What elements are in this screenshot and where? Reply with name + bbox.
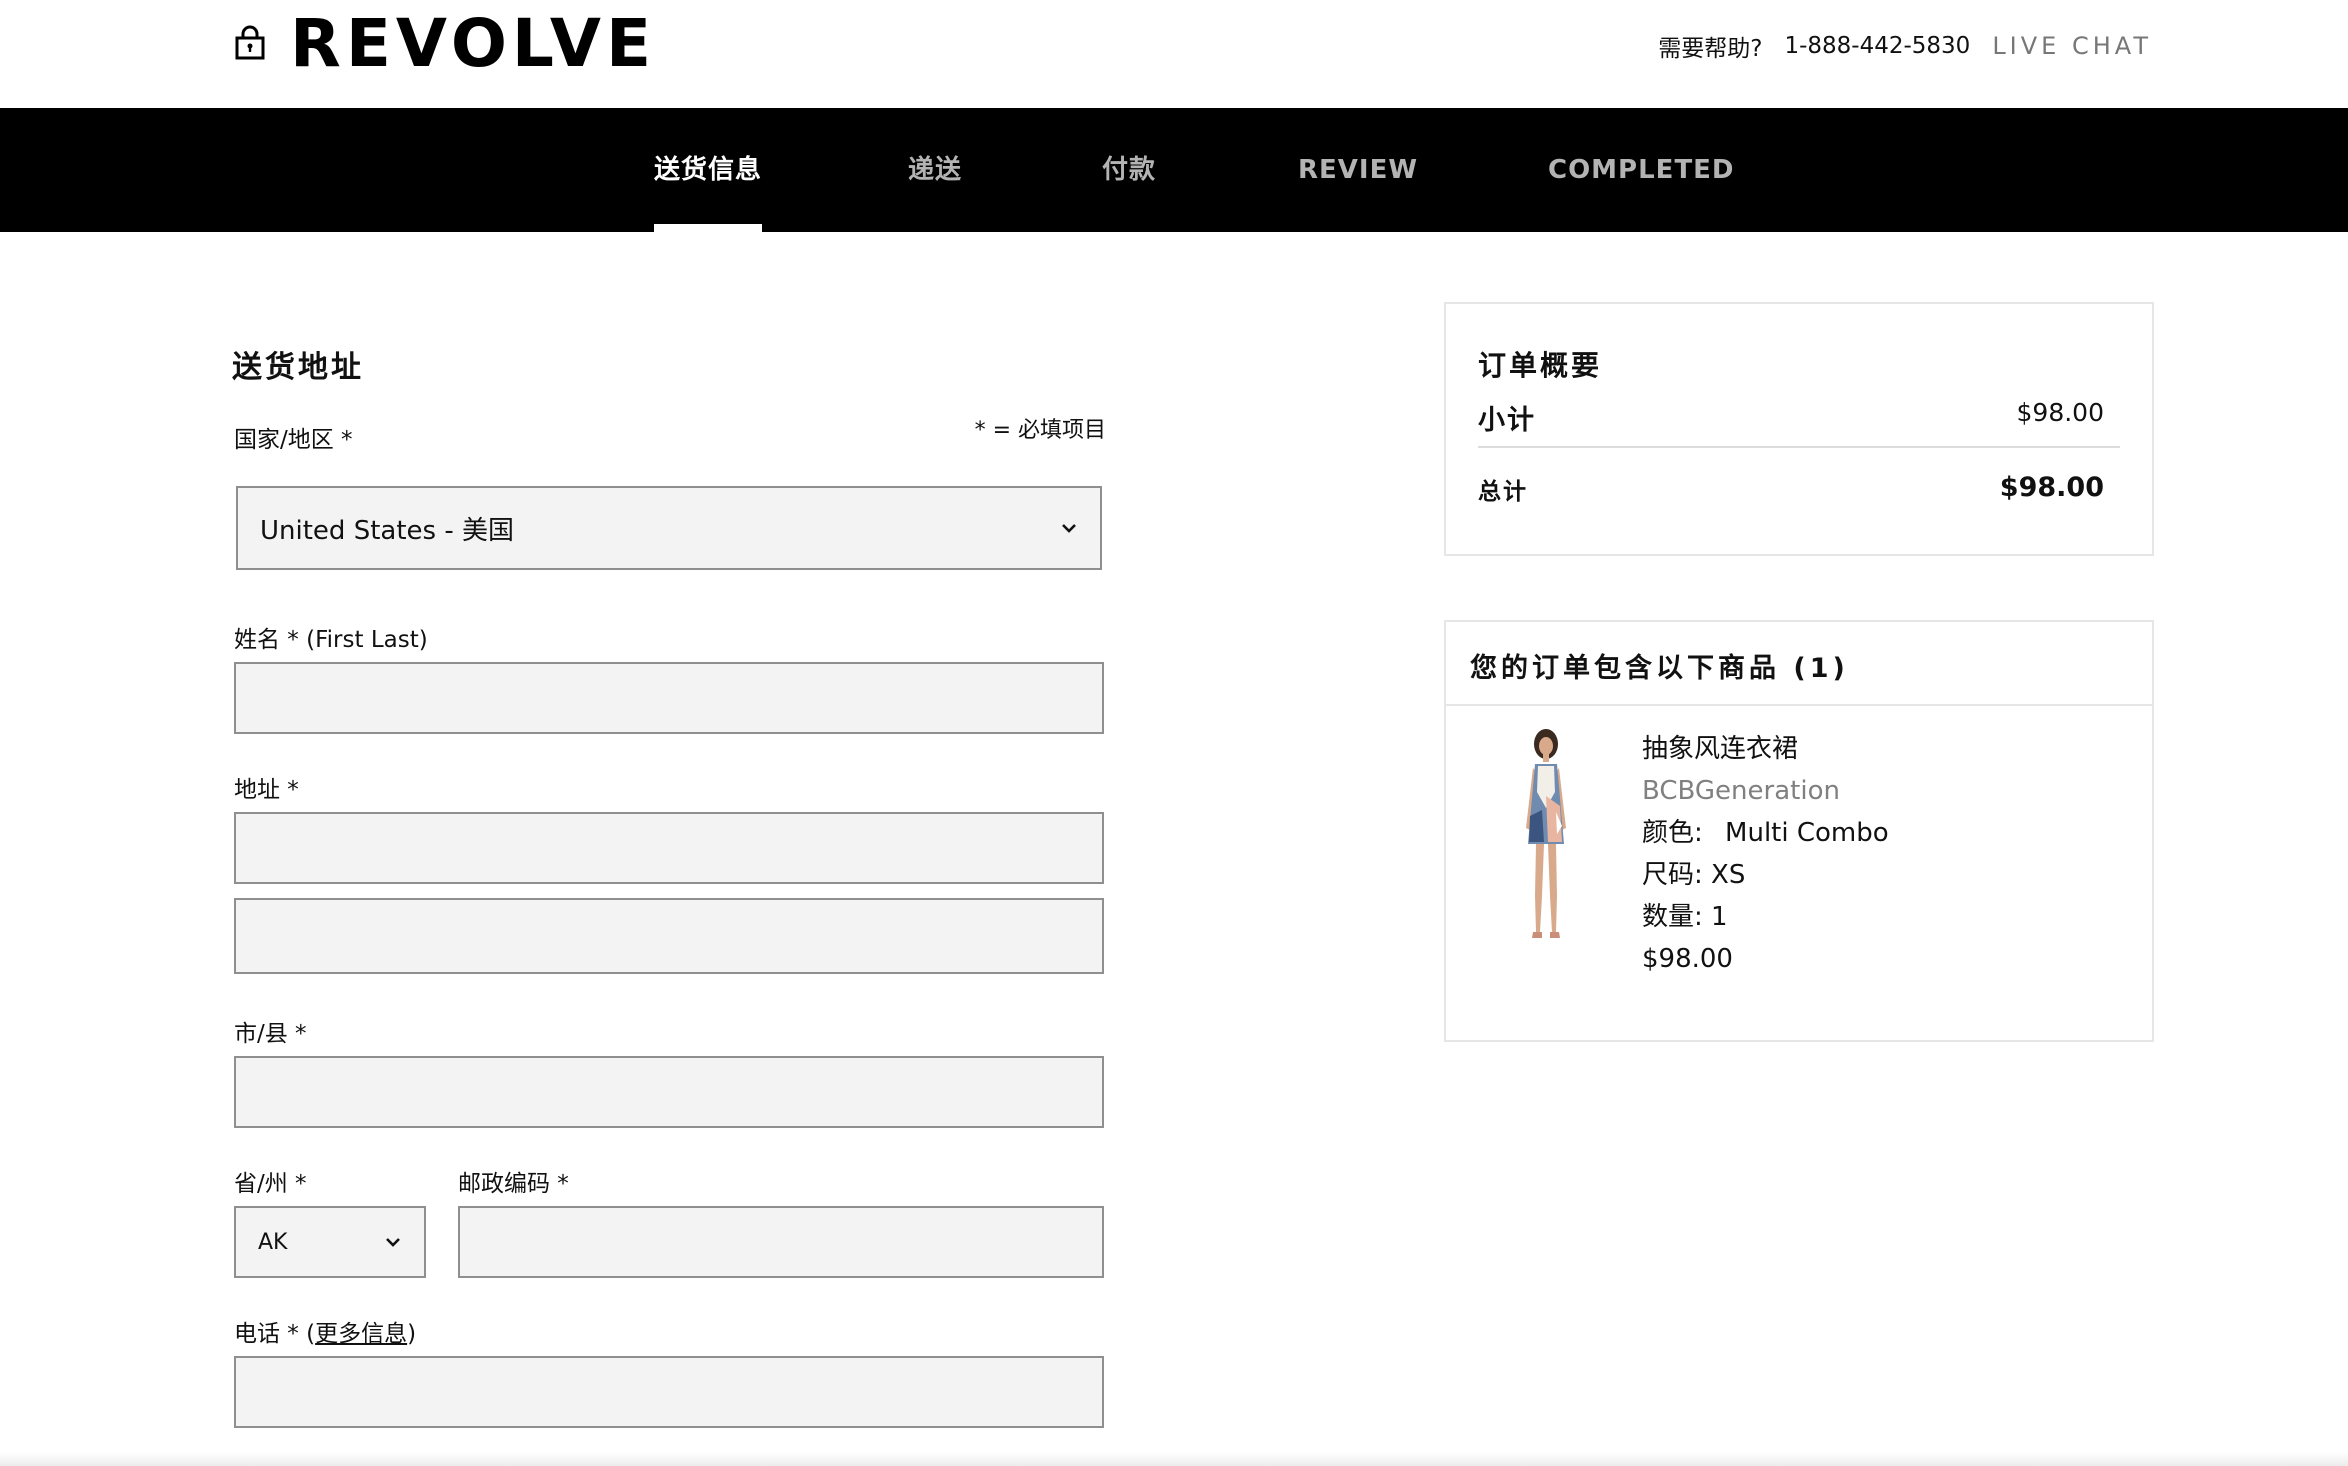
step-payment[interactable]: 付款: [1102, 108, 1156, 232]
order-summary: 订单概要 小计 $98.00 总计 $98.00: [1444, 302, 2154, 556]
name-hint: (First Last): [306, 627, 428, 653]
chevron-down-icon: [386, 1238, 400, 1247]
shipping-address-title: 送货地址: [232, 350, 364, 385]
phone-input[interactable]: [234, 1356, 1104, 1428]
product-brand: BCBGeneration: [1642, 776, 1840, 806]
zip-input[interactable]: [458, 1206, 1104, 1278]
chevron-down-icon: [1062, 524, 1076, 533]
total-label: 总计: [1478, 479, 1528, 505]
city-input[interactable]: [234, 1056, 1104, 1128]
required-note: * = 必填项目: [974, 418, 1106, 443]
total-row: 总计 $98.00: [1478, 472, 2104, 506]
order-summary-title: 订单概要: [1478, 349, 1603, 382]
product-name[interactable]: 抽象风连衣裙: [1642, 728, 1889, 770]
country-select[interactable]: United States - 美国: [236, 486, 1102, 570]
step-shipping-info[interactable]: 送货信息: [654, 108, 763, 232]
checkout-steps-nav: 送货信息 递送 付款 REVIEW COMPLETED: [0, 108, 2348, 232]
order-items-title: 您的订单包含以下商品 (1): [1470, 653, 1849, 684]
help-label: 需要帮助?: [1658, 36, 1763, 62]
order-items: 您的订单包含以下商品 (1) 抽象风连衣裙 BCBGeneration 颜色: …: [1444, 620, 2154, 1042]
state-select[interactable]: AK: [234, 1206, 426, 1278]
subtotal-row: 小计 $98.00: [1478, 398, 2104, 437]
more-info-link[interactable]: 更多信息: [315, 1321, 407, 1347]
country-label: 国家/地区 *: [234, 427, 353, 453]
product-quantity: 数量: 1: [1642, 896, 1889, 938]
zip-label: 邮政编码 *: [458, 1171, 569, 1197]
city-label: 市/县 *: [234, 1021, 307, 1047]
address-line1-input[interactable]: [234, 812, 1104, 884]
help-section: 需要帮助? 1-888-442-5830 LIVE CHAT: [1658, 28, 2152, 64]
product-quantity-label: 数量:: [1642, 902, 1703, 932]
product-color-label: 颜色:: [1642, 818, 1703, 848]
total-value: $98.00: [1999, 472, 2104, 503]
product-size: 尺码: XS: [1642, 854, 1889, 896]
name-label-text: 姓名 *: [234, 627, 299, 653]
product-image[interactable]: [1502, 726, 1590, 946]
phone-label-text: 电话 *: [234, 1321, 299, 1347]
country-select-value: United States - 美国: [260, 515, 514, 546]
revolve-logo[interactable]: REVOLVE: [290, 4, 656, 84]
product-price: $98.00: [1642, 944, 1733, 974]
phone-label: 电话 * (更多信息): [234, 1314, 416, 1348]
page-bottom-edge: [0, 1452, 2348, 1466]
address-label: 地址 *: [234, 777, 299, 803]
address-line2-input[interactable]: [234, 898, 1104, 974]
step-completed[interactable]: COMPLETED: [1548, 108, 1735, 232]
product-color-value: Multi Combo: [1725, 818, 1889, 848]
step-delivery[interactable]: 递送: [908, 108, 962, 232]
state-select-value: AK: [258, 1229, 288, 1255]
live-chat-link[interactable]: LIVE CHAT: [1992, 32, 2152, 60]
name-input[interactable]: [234, 662, 1104, 734]
product-size-label: 尺码:: [1642, 860, 1703, 890]
lock-icon: [235, 25, 265, 60]
site-header: REVOLVE 需要帮助? 1-888-442-5830 LIVE CHAT: [0, 0, 2348, 108]
subtotal-value: $98.00: [2016, 398, 2104, 427]
product-info: 抽象风连衣裙 BCBGeneration 颜色: Multi Combo 尺码:…: [1642, 728, 1889, 980]
state-label: 省/州 *: [234, 1171, 307, 1197]
subtotal-label: 小计: [1478, 405, 1536, 436]
product-color: 颜色: Multi Combo: [1642, 812, 1889, 854]
phone-label-close-paren: ): [407, 1321, 417, 1347]
phone-number[interactable]: 1-888-442-5830: [1784, 33, 1970, 59]
product-size-value: XS: [1711, 860, 1746, 890]
order-items-header: 您的订单包含以下商品 (1): [1446, 622, 2152, 706]
summary-divider: [1478, 446, 2120, 448]
name-label: 姓名 * (First Last): [234, 620, 428, 654]
product-quantity-value: 1: [1711, 902, 1728, 932]
phone-label-open-paren: (: [298, 1321, 316, 1347]
step-review[interactable]: REVIEW: [1298, 108, 1418, 232]
